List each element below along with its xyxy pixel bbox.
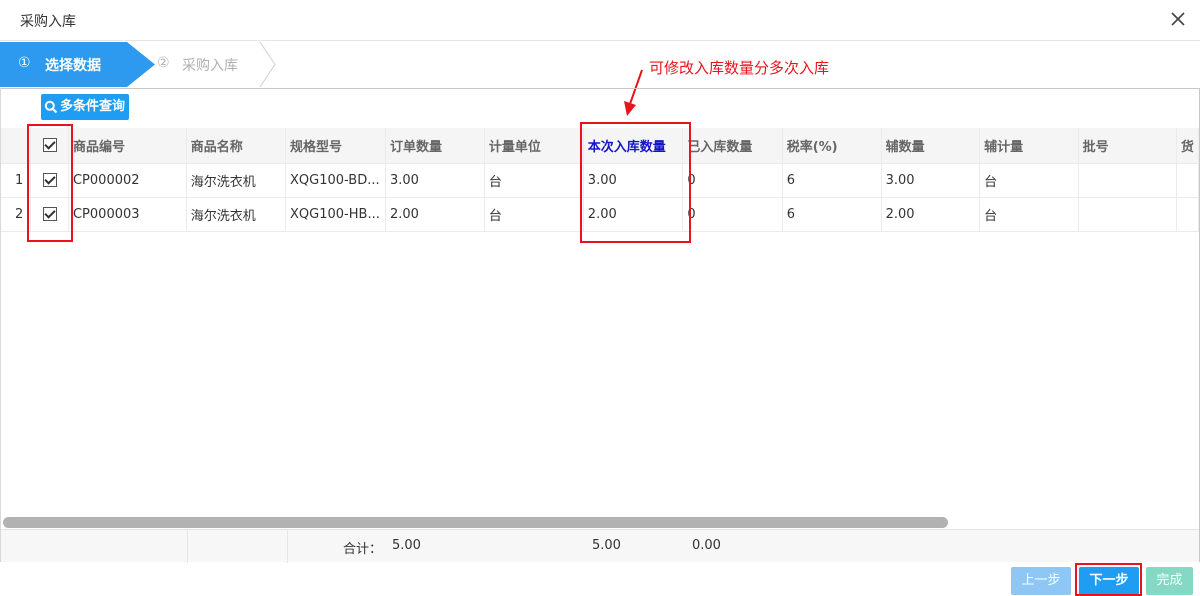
title-bar: 采购入库	[0, 0, 1200, 41]
cell-truncated	[1176, 163, 1200, 198]
cell-tax-rate: 6	[782, 197, 882, 232]
next-button-highlight-box	[1075, 563, 1142, 596]
cell-product-code: CP000002	[68, 163, 187, 198]
cell-aux-qty: 2.00	[881, 197, 981, 232]
step-select-data[interactable]: ① 选择数据	[0, 42, 155, 87]
cell-aux-unit: 台	[979, 197, 1079, 232]
cell-spec-model: XQG100-HB...	[285, 197, 386, 232]
cell-aux-qty: 3.00	[881, 163, 981, 198]
cell-batch-no[interactable]	[1078, 163, 1177, 198]
summary-received-qty: 0.00	[692, 538, 721, 553]
header-product-code[interactable]: 商品编号	[68, 128, 187, 164]
query-button-label: 多条件查询	[60, 99, 126, 114]
summary-divider	[188, 530, 288, 563]
step-wizard: ① 选择数据 ② 采购入库	[0, 42, 1200, 87]
step-number-2: ②	[157, 55, 170, 71]
annotation-text: 可修改入库数量分多次入库	[649, 59, 830, 77]
summary-this-inbound-qty: 5.00	[592, 538, 621, 553]
cell-order-qty: 3.00	[385, 163, 485, 198]
header-product-name[interactable]: 商品名称	[186, 128, 287, 164]
header-order-qty[interactable]: 订单数量	[385, 128, 485, 164]
cell-unit: 台	[484, 197, 584, 232]
cell-tax-rate: 6	[782, 163, 882, 198]
prev-step-button[interactable]: 上一步	[1011, 567, 1071, 595]
finish-button[interactable]: 完成	[1146, 567, 1193, 595]
header-batch-no[interactable]: 批号	[1078, 128, 1177, 164]
summary-row: 合计： 5.00 5.00 0.00	[1, 529, 1199, 563]
cell-spec-model: XQG100-BD...	[285, 163, 386, 198]
search-icon	[44, 100, 58, 114]
purchase-inbound-dialog: 采购入库 ① 选择数据 ② 采购入库 可修改入库数量分多次入库 多条件查询 商品…	[0, 0, 1200, 596]
header-aux-qty[interactable]: 辅数量	[881, 128, 981, 164]
multi-condition-query-button[interactable]: 多条件查询	[41, 94, 130, 120]
cell-product-code: CP000003	[68, 197, 187, 232]
inbound-qty-highlight-box	[580, 122, 691, 243]
header-spec-model[interactable]: 规格型号	[285, 128, 386, 164]
header-unit[interactable]: 计量单位	[484, 128, 584, 164]
step-label-1: 选择数据	[45, 58, 101, 74]
summary-divider	[1, 530, 188, 563]
cell-unit: 台	[484, 163, 584, 198]
horizontal-scrollbar[interactable]	[3, 517, 948, 528]
cell-received-qty: 0	[682, 197, 783, 232]
cell-order-qty: 2.00	[385, 197, 485, 232]
cell-product-name: 海尔洗衣机	[186, 163, 287, 198]
dialog-title: 采购入库	[20, 14, 76, 30]
step-label-2: 采购入库	[182, 58, 238, 74]
cell-aux-unit: 台	[979, 163, 1079, 198]
cell-product-name: 海尔洗衣机	[186, 197, 287, 232]
step-purchase-inbound[interactable]: ② 采购入库	[150, 42, 280, 87]
chevron-right-icon	[259, 42, 276, 87]
cell-truncated	[1176, 197, 1200, 232]
checkbox-highlight-box	[27, 124, 73, 242]
close-icon[interactable]	[1168, 9, 1188, 29]
header-truncated[interactable]: 货	[1176, 128, 1200, 164]
step-number-1: ①	[18, 55, 31, 71]
header-received-qty[interactable]: 已入库数量	[682, 128, 783, 164]
header-aux-unit[interactable]: 辅计量	[979, 128, 1079, 164]
cell-batch-no[interactable]	[1078, 197, 1177, 232]
cell-received-qty: 0	[682, 163, 783, 198]
summary-order-qty: 5.00	[392, 538, 421, 553]
summary-label: 合计：	[343, 542, 383, 557]
header-tax-rate[interactable]: 税率(%)	[782, 128, 882, 164]
